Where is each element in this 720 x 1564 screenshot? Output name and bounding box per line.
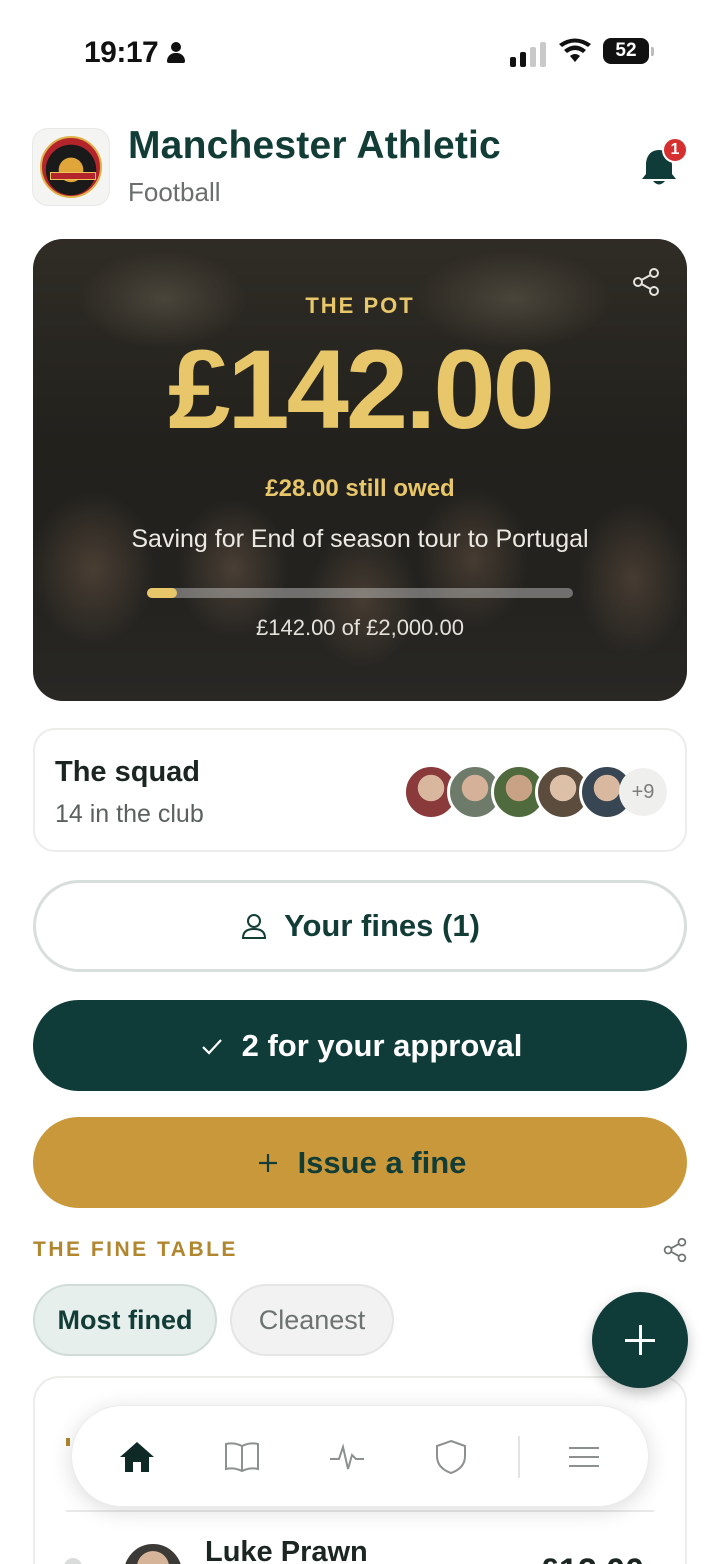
person-outline-icon — [242, 914, 267, 939]
squad-title: The squad — [55, 756, 201, 788]
tab-rules[interactable] — [217, 1432, 267, 1482]
approval-button[interactable]: 2 for your approval — [33, 1000, 687, 1091]
pot-saving-goal: Saving for End of season tour to Portuga… — [131, 525, 589, 553]
clock-text: 19:17 — [84, 36, 159, 69]
pot-progress-bar — [147, 588, 573, 598]
tab-club[interactable] — [426, 1432, 476, 1482]
notification-badge: 1 — [662, 137, 688, 163]
table-row-amount: £12.00 — [540, 1552, 644, 1564]
wifi-icon — [559, 38, 591, 62]
your-fines-button[interactable]: Your fines (1) — [33, 880, 687, 972]
tab-menu[interactable] — [559, 1432, 609, 1482]
pot-target: £142.00 of £2,000.00 — [256, 615, 464, 640]
status-bar: 19:17 52 — [0, 0, 720, 100]
battery-icon: 52 — [603, 38, 654, 64]
person-icon — [166, 42, 186, 64]
tab-activity[interactable] — [322, 1432, 372, 1482]
add-fab-button[interactable] — [592, 1292, 688, 1388]
squad-card[interactable]: The squad 14 in the club +9 — [33, 728, 687, 852]
menu-icon — [569, 1447, 599, 1467]
tab-divider — [518, 1436, 520, 1478]
pot-owed: £28.00 still owed — [265, 475, 455, 502]
pot-amount: £142.00 — [168, 327, 555, 452]
pot-card[interactable]: THE POT £142.00 £28.00 still owed Saving… — [33, 239, 687, 701]
pot-label: THE POT — [305, 293, 415, 318]
club-logo[interactable] — [32, 128, 110, 206]
your-fines-label: Your fines (1) — [284, 908, 480, 943]
bottom-tab-bar — [71, 1405, 649, 1507]
tab-home[interactable] — [112, 1432, 162, 1482]
fine-table-heading: THE FINE TABLE — [33, 1238, 238, 1261]
squad-avatars: +9 — [403, 764, 673, 820]
book-icon — [225, 1442, 259, 1473]
table-divider — [66, 1510, 654, 1512]
cleanest-filter[interactable]: Cleanest — [230, 1284, 394, 1356]
more-members-count: +9 — [619, 768, 667, 816]
status-time: 19:17 — [84, 36, 186, 70]
cellular-signal-icon — [510, 42, 546, 67]
club-name: Manchester Athletic — [128, 124, 501, 167]
squad-count: 14 in the club — [55, 800, 204, 828]
issue-fine-label: Issue a fine — [297, 1144, 467, 1180]
shield-icon — [436, 1439, 466, 1475]
share-icon[interactable] — [662, 1237, 688, 1263]
table-row-name[interactable]: Luke Prawn — [205, 1536, 368, 1564]
club-sport: Football — [128, 177, 221, 207]
check-icon — [201, 1038, 222, 1055]
most-fined-filter[interactable]: Most fined — [33, 1284, 217, 1356]
activity-icon — [330, 1443, 364, 1470]
club-crest-icon — [40, 136, 102, 198]
issue-fine-button[interactable]: Issue a fine — [33, 1117, 687, 1208]
home-icon — [120, 1442, 154, 1472]
battery-level: 52 — [615, 40, 637, 61]
plus-icon — [258, 1153, 277, 1172]
pot-progress-fill — [147, 588, 178, 598]
table-header-marker — [66, 1438, 70, 1446]
approval-label: 2 for your approval — [241, 1027, 523, 1063]
